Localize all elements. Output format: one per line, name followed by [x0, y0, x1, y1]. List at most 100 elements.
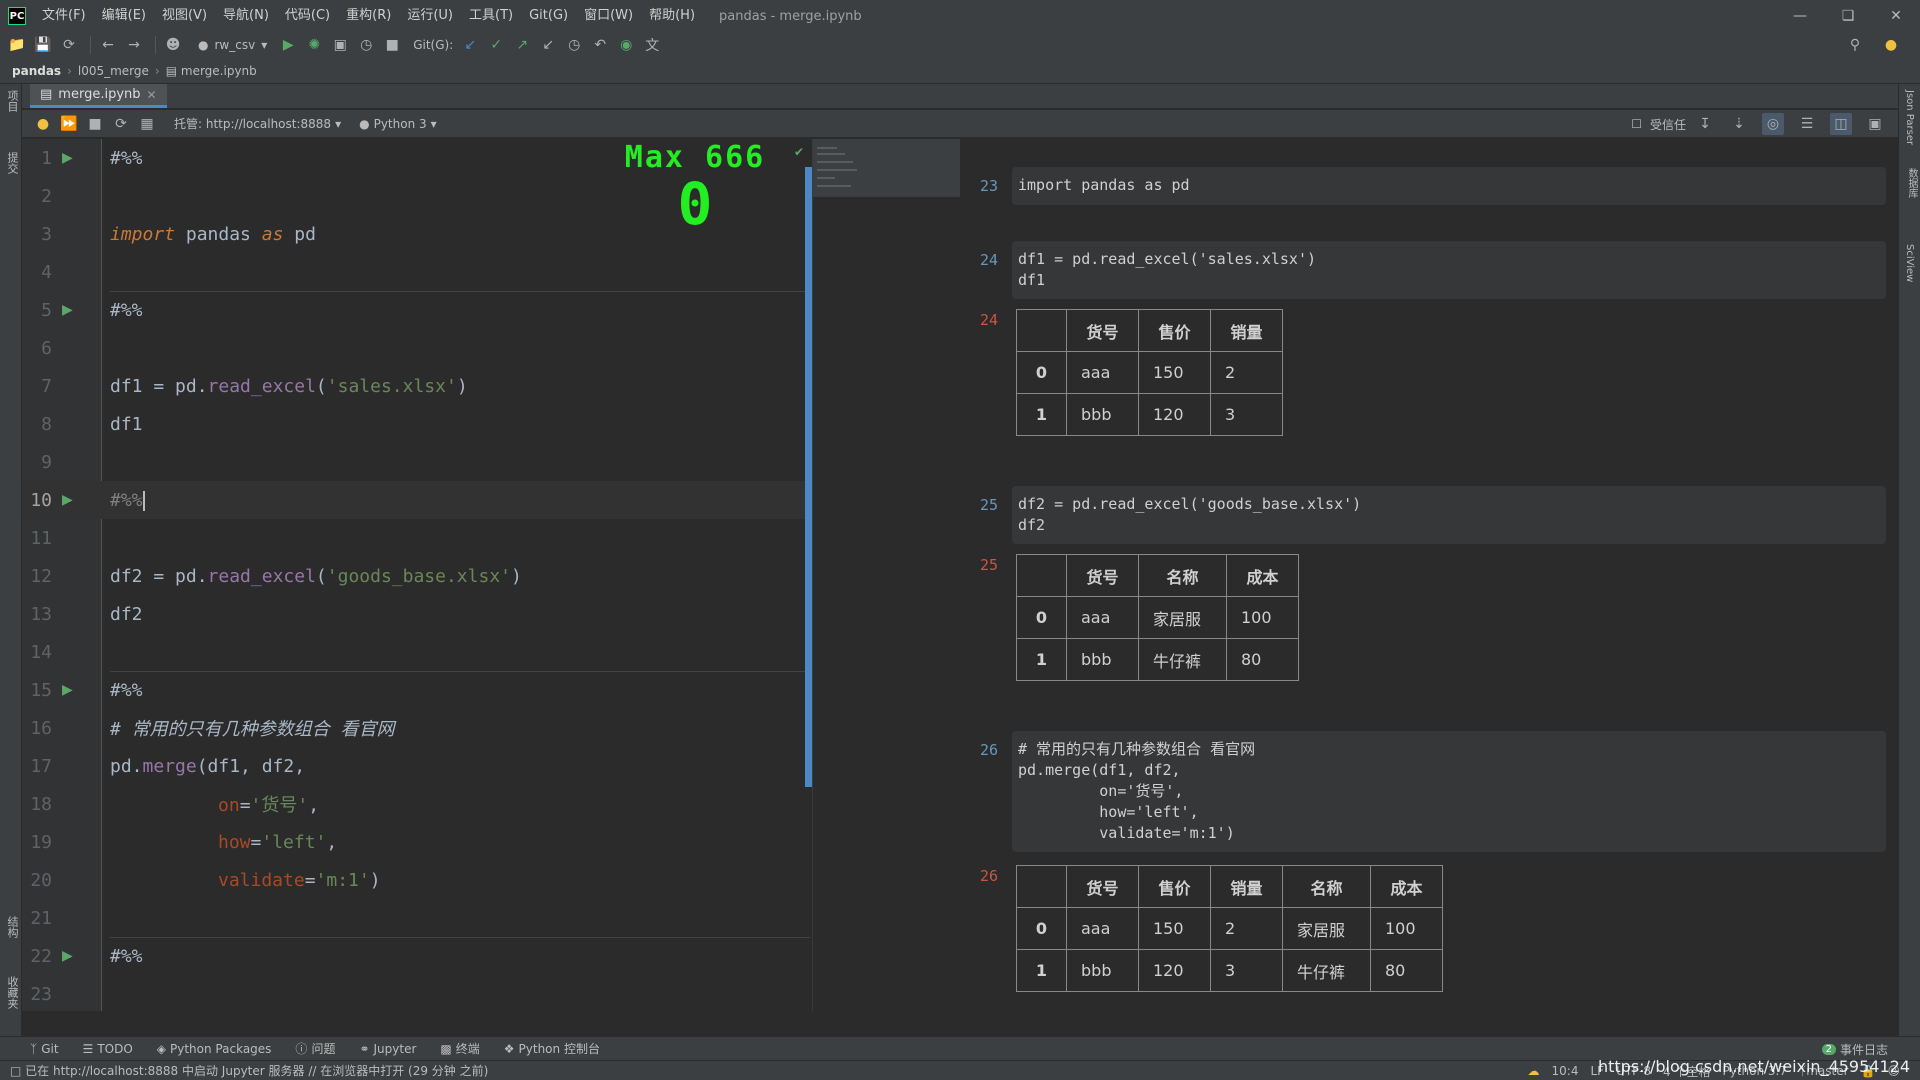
variables-icon[interactable]: ▦ — [136, 113, 158, 135]
ide-update-icon[interactable]: ● — [1880, 34, 1902, 56]
notebook-preview-panel[interactable]: 23 import pandas as pd 24 df1 = pd.read_… — [960, 139, 1896, 1011]
status-message[interactable]: 已在 http://localhost:8888 中启动 Jupyter 服务器… — [25, 1062, 488, 1079]
menu-file[interactable]: 文件(F) — [34, 0, 94, 32]
menu-code[interactable]: 代码(C) — [277, 0, 338, 32]
save-icon[interactable]: 💾 — [32, 34, 54, 56]
git-commit-icon[interactable]: ✓ — [485, 34, 507, 56]
code-editor[interactable]: ✔ 1 ▶ #%% 2 3 import pandas as pd 4 5 ▶ … — [22, 139, 812, 1011]
code-line[interactable]: 9 — [22, 443, 812, 481]
preview-code-cell[interactable]: df2 = pd.read_excel('goods_base.xlsx') d… — [1012, 486, 1886, 544]
sciview-tool-window[interactable]: SciView — [1904, 244, 1915, 282]
caret-position[interactable]: 10:4 — [1552, 1064, 1579, 1078]
editor-only-icon[interactable]: ☰ — [1796, 113, 1818, 135]
menu-edit[interactable]: 编辑(E) — [94, 0, 154, 32]
restart-kernel-icon[interactable]: ⟳ — [110, 113, 132, 135]
split-view-icon[interactable]: ◫ — [1830, 113, 1852, 135]
run-cell-icon[interactable]: ▶ — [62, 150, 73, 166]
run-cell-icon[interactable]: ▶ — [62, 302, 73, 318]
git-tool-button[interactable]: ᛉ Git — [30, 1042, 59, 1056]
json-parser-tool-window[interactable]: Json Parser — [1904, 90, 1915, 145]
git-update-icon[interactable]: ↙ — [459, 34, 481, 56]
back-arrow-icon[interactable]: ← — [97, 34, 119, 56]
preview-code-cell[interactable]: # 常用的只有几种参数组合 看官网 pd.merge(df1, df2, on=… — [1012, 731, 1886, 852]
code-line[interactable]: 8 df1 — [22, 405, 812, 443]
kernel-selector[interactable]: ● Python 3 ▾ — [359, 117, 437, 131]
code-line[interactable]: 14 — [22, 633, 812, 671]
code-line[interactable]: 19 how='left', — [22, 823, 812, 861]
forward-arrow-icon[interactable]: → — [123, 34, 145, 56]
code-line[interactable]: 15 ▶ #%% — [22, 671, 812, 709]
translate-icon[interactable]: 文 — [641, 34, 663, 56]
code-line[interactable]: 16 # 常用的只有几种参数组合 看官网 — [22, 709, 812, 747]
restore-button[interactable]: ❏ — [1824, 0, 1872, 32]
tab-merge-ipynb[interactable]: ▤ merge.ipynb ✕ — [30, 84, 167, 108]
debug-icon[interactable]: ✺ — [303, 34, 325, 56]
git-fetch-icon[interactable]: ↙ — [537, 34, 559, 56]
structure-tool-window[interactable]: 结构 — [4, 916, 20, 938]
profile-icon[interactable]: ◷ — [355, 34, 377, 56]
current-code-line[interactable]: 10 ▶ #%% — [22, 481, 812, 519]
search-everywhere-icon[interactable]: ◉ — [615, 34, 637, 56]
preview-code-cell[interactable]: df1 = pd.read_excel('sales.xlsx') df1 — [1012, 241, 1886, 299]
menu-help[interactable]: 帮助(H) — [641, 0, 703, 32]
python-packages-tool-button[interactable]: ◈ Python Packages — [157, 1042, 272, 1056]
open-folder-icon[interactable]: 📁 — [6, 34, 28, 56]
code-line[interactable]: 7 df1 = pd.read_excel('sales.xlsx') — [22, 367, 812, 405]
sync-scroll-icon[interactable]: ◎ — [1762, 113, 1784, 135]
commit-tool-window[interactable]: 提交 — [4, 152, 20, 174]
database-tool-window[interactable]: 数据库 — [1904, 168, 1919, 198]
menu-refactor[interactable]: 重构(R) — [338, 0, 399, 32]
trusted-label[interactable]: 受信任 — [1650, 116, 1686, 133]
rollback-icon[interactable]: ↶ — [589, 34, 611, 56]
interrupt-kernel-icon[interactable]: ■ — [84, 113, 106, 135]
todo-tool-button[interactable]: ☰ TODO — [83, 1042, 133, 1056]
user-icon[interactable]: ☻ — [162, 34, 184, 56]
menu-window[interactable]: 窗口(W) — [576, 0, 641, 32]
run-cell-icon[interactable]: ▶ — [62, 682, 73, 698]
project-tool-window[interactable]: 项目 — [4, 90, 20, 112]
breadcrumb-file[interactable]: merge.ipynb — [181, 64, 257, 78]
menu-view[interactable]: 视图(V) — [154, 0, 215, 32]
code-line[interactable]: 4 — [22, 253, 812, 291]
preview-code-cell[interactable]: import pandas as pd — [1012, 167, 1886, 205]
breadcrumb-folder[interactable]: l005_merge — [78, 64, 149, 78]
breadcrumb-project[interactable]: pandas — [12, 64, 61, 78]
run-cell-icon[interactable]: ▶ — [62, 492, 73, 508]
menu-navigate[interactable]: 导航(N) — [215, 0, 277, 32]
search-icon[interactable]: ⚲ — [1844, 34, 1866, 56]
menu-tools[interactable]: 工具(T) — [461, 0, 521, 32]
code-line[interactable]: 6 — [22, 329, 812, 367]
history-icon[interactable]: ◷ — [563, 34, 585, 56]
add-cell-icon[interactable]: ● — [32, 113, 54, 135]
code-line[interactable]: 21 — [22, 899, 812, 937]
terminal-tool-button[interactable]: ▩ 终端 — [440, 1040, 479, 1057]
code-line[interactable]: 12 df2 = pd.read_excel('goods_base.xlsx'… — [22, 557, 812, 595]
minimize-button[interactable]: — — [1776, 0, 1824, 32]
code-minimap[interactable] — [812, 139, 961, 1011]
menu-git[interactable]: Git(G) — [521, 0, 576, 32]
sync-status-icon[interactable]: ☁ — [1528, 1064, 1540, 1078]
code-line[interactable]: 20 validate='m:1') — [22, 861, 812, 899]
menu-run[interactable]: 运行(U) — [399, 0, 461, 32]
jupyter-server-selector[interactable]: 托管: http://localhost:8888 ▾ — [174, 115, 341, 132]
problems-tool-button[interactable]: ⓘ 问题 — [295, 1040, 335, 1057]
scroll-down-icon[interactable]: ↧ — [1694, 113, 1716, 135]
git-push-icon[interactable]: ↗ — [511, 34, 533, 56]
editor-scrollbar[interactable] — [805, 167, 812, 787]
close-tab-icon[interactable]: ✕ — [147, 88, 157, 102]
run-icon[interactable]: ▶ — [277, 34, 299, 56]
run-all-icon[interactable]: ⏩ — [58, 113, 80, 135]
run-config-selector[interactable]: ● rw_csv ▾ — [188, 34, 277, 56]
code-line[interactable]: 22 ▶ #%% — [22, 937, 812, 975]
code-line[interactable]: 17 pd.merge(df1, df2, — [22, 747, 812, 785]
sync-icon[interactable]: ⟳ — [58, 34, 80, 56]
python-console-tool-button[interactable]: ❖ Python 控制台 — [504, 1040, 600, 1057]
close-button[interactable]: ✕ — [1872, 0, 1920, 32]
stop-icon[interactable]: ■ — [381, 34, 403, 56]
filter-icon[interactable]: ⇣ — [1728, 113, 1750, 135]
code-line[interactable]: 23 — [22, 975, 812, 1011]
coverage-icon[interactable]: ▣ — [329, 34, 351, 56]
code-line[interactable]: 5 ▶ #%% — [22, 291, 812, 329]
status-toggle-icon[interactable]: □ — [10, 1064, 25, 1078]
code-line[interactable]: 11 — [22, 519, 812, 557]
